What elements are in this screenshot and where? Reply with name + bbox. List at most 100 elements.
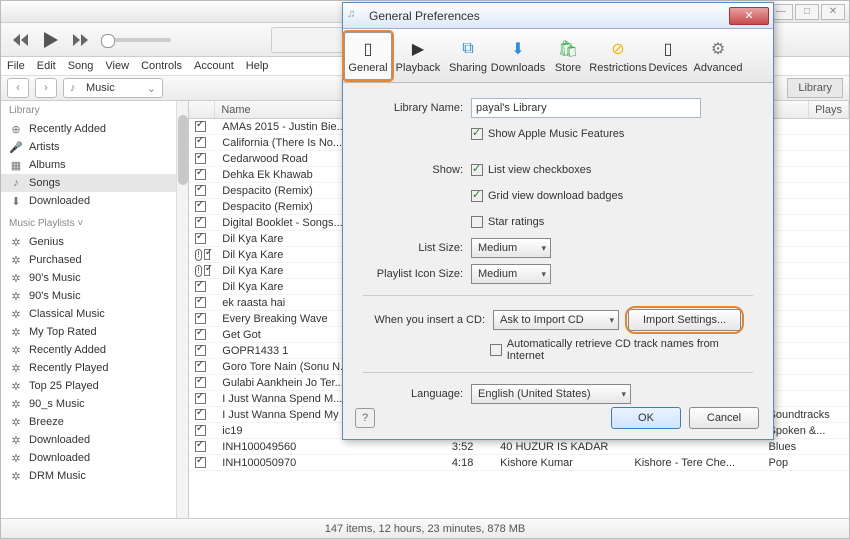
import-settings-button[interactable]: Import Settings... — [628, 309, 741, 331]
track-genre: Pop — [763, 457, 849, 469]
table-row[interactable]: INH1000509704:18Kishore KumarKishore - T… — [189, 455, 849, 471]
list-size-select[interactable]: Medium — [471, 238, 551, 258]
tab-advanced[interactable]: ⚙Advanced — [694, 32, 742, 80]
close-button[interactable]: ✕ — [821, 4, 845, 20]
sidebar-item[interactable]: ✲Classical Music — [1, 305, 188, 323]
maximize-button[interactable]: □ — [795, 4, 819, 20]
track-checkbox[interactable] — [195, 281, 206, 292]
sidebar-item-label: Recently Played — [29, 362, 109, 374]
help-button[interactable]: ? — [355, 408, 375, 428]
library-tab[interactable]: Library — [787, 78, 843, 98]
track-checkbox[interactable] — [195, 153, 206, 164]
ok-button[interactable]: OK — [611, 407, 681, 429]
star-ratings-checkbox[interactable] — [471, 216, 483, 228]
tab-sharing[interactable]: ⧉Sharing — [444, 32, 492, 80]
track-checkbox[interactable] — [204, 265, 210, 276]
track-checkbox[interactable] — [195, 329, 206, 340]
source-selector[interactable]: Music — [63, 78, 163, 98]
preferences-footer: ? OK Cancel — [355, 407, 759, 429]
sidebar-item[interactable]: ✲My Top Rated — [1, 323, 188, 341]
track-checkbox[interactable] — [195, 297, 206, 308]
menu-song[interactable]: Song — [68, 60, 94, 72]
track-artist: 40 HUZUR IS KADAR — [494, 441, 628, 453]
sidebar-item[interactable]: ✲ Recently Played — [1, 359, 188, 377]
track-checkbox[interactable] — [195, 185, 206, 196]
tab-devices[interactable]: ▯Devices — [644, 32, 692, 80]
sidebar: Library ⊕Recently Added🎤Artists▦Albums♪S… — [1, 101, 189, 518]
track-checkbox[interactable] — [195, 441, 206, 452]
tab-playback[interactable]: ▶Playback — [394, 32, 442, 80]
cancel-button[interactable]: Cancel — [689, 407, 759, 429]
track-checkbox[interactable] — [195, 425, 206, 436]
menu-controls[interactable]: Controls — [141, 60, 182, 72]
table-row[interactable]: INH1000495603:5240 HUZUR IS KADARBlues — [189, 439, 849, 455]
track-checkbox[interactable] — [195, 313, 206, 324]
sidebar-item[interactable]: ✲Top 25 Played — [1, 377, 188, 395]
tab-downloads[interactable]: ⬇Downloads — [494, 32, 542, 80]
sidebar-item[interactable]: ✲Purchased — [1, 251, 188, 269]
next-button[interactable] — [71, 30, 91, 50]
devices-icon: ▯ — [657, 38, 679, 60]
prev-button[interactable] — [11, 30, 31, 50]
sidebar-item[interactable]: ✲Recently Added — [1, 341, 188, 359]
menu-edit[interactable]: Edit — [37, 60, 56, 72]
track-checkbox[interactable] — [195, 137, 206, 148]
icon-size-select[interactable]: Medium — [471, 264, 551, 284]
col-plays[interactable]: Plays — [809, 101, 849, 118]
preferences-titlebar[interactable]: ♫ General Preferences ✕ — [343, 3, 773, 29]
sidebar-item[interactable]: ✲DRM Music — [1, 467, 188, 485]
track-checkbox[interactable] — [195, 121, 206, 132]
icon-size-label: Playlist Icon Size: — [363, 268, 471, 280]
track-checkbox[interactable] — [195, 457, 206, 468]
playlist-icon: ✲ — [9, 433, 23, 447]
list-checkboxes-checkbox[interactable] — [471, 164, 483, 176]
sidebar-item[interactable]: ✲90_s Music — [1, 395, 188, 413]
preferences-close-button[interactable]: ✕ — [729, 7, 769, 25]
auto-retrieve-checkbox[interactable] — [490, 344, 502, 356]
language-select[interactable]: English (United States) — [471, 384, 631, 404]
tab-store[interactable]: 🛍Store — [544, 32, 592, 80]
track-checkbox[interactable] — [195, 201, 206, 212]
track-checkbox[interactable] — [195, 233, 206, 244]
menu-account[interactable]: Account — [194, 60, 234, 72]
grid-badges-checkbox[interactable] — [471, 190, 483, 202]
track-checkbox[interactable] — [204, 249, 210, 260]
tab-restrictions[interactable]: ⊘Restrictions — [594, 32, 642, 80]
sidebar-item[interactable]: ▦Albums — [1, 156, 188, 174]
library-name-field[interactable] — [471, 98, 701, 118]
menu-file[interactable]: File — [7, 60, 25, 72]
apple-music-checkbox[interactable] — [471, 128, 483, 140]
sidebar-item[interactable]: ✲90's Music — [1, 269, 188, 287]
track-checkbox[interactable] — [195, 393, 206, 404]
track-checkbox[interactable] — [195, 169, 206, 180]
back-button[interactable]: ‹ — [7, 78, 29, 98]
track-checkbox[interactable] — [195, 409, 206, 420]
play-button[interactable] — [41, 30, 61, 50]
sidebar-scrollbar[interactable] — [176, 101, 188, 518]
sidebar-item[interactable]: ✲Breeze — [1, 413, 188, 431]
sidebar-item[interactable]: ✲Downloaded — [1, 449, 188, 467]
forward-button[interactable]: › — [35, 78, 57, 98]
sidebar-item[interactable]: ♪Songs — [1, 174, 188, 192]
language-label: Language: — [363, 388, 471, 400]
track-checkbox[interactable] — [195, 361, 206, 372]
sidebar-item-label: Recently Added — [29, 344, 106, 356]
separator — [363, 295, 753, 296]
sidebar-item[interactable]: ✲90's Music — [1, 287, 188, 305]
sidebar-item[interactable]: 🎤Artists — [1, 138, 188, 156]
sidebar-item[interactable]: ✲Downloaded — [1, 431, 188, 449]
sidebar-item[interactable]: ⊕Recently Added — [1, 120, 188, 138]
menu-view[interactable]: View — [105, 60, 129, 72]
track-checkbox[interactable] — [195, 377, 206, 388]
sidebar-header-playlists[interactable]: Music Playlists ˅ — [1, 214, 188, 233]
tab-general[interactable]: ▯General — [344, 32, 392, 80]
menu-help[interactable]: Help — [246, 60, 269, 72]
insert-cd-select[interactable]: Ask to Import CD — [493, 310, 619, 330]
sidebar-item[interactable]: ⬇Downloaded — [1, 192, 188, 210]
track-checkbox[interactable] — [195, 345, 206, 356]
playlist-icon: ✲ — [9, 361, 23, 375]
volume-slider[interactable] — [101, 38, 171, 42]
sidebar-item-label: Classical Music — [29, 308, 105, 320]
track-checkbox[interactable] — [195, 217, 206, 228]
sidebar-item[interactable]: ✲Genius — [1, 233, 188, 251]
